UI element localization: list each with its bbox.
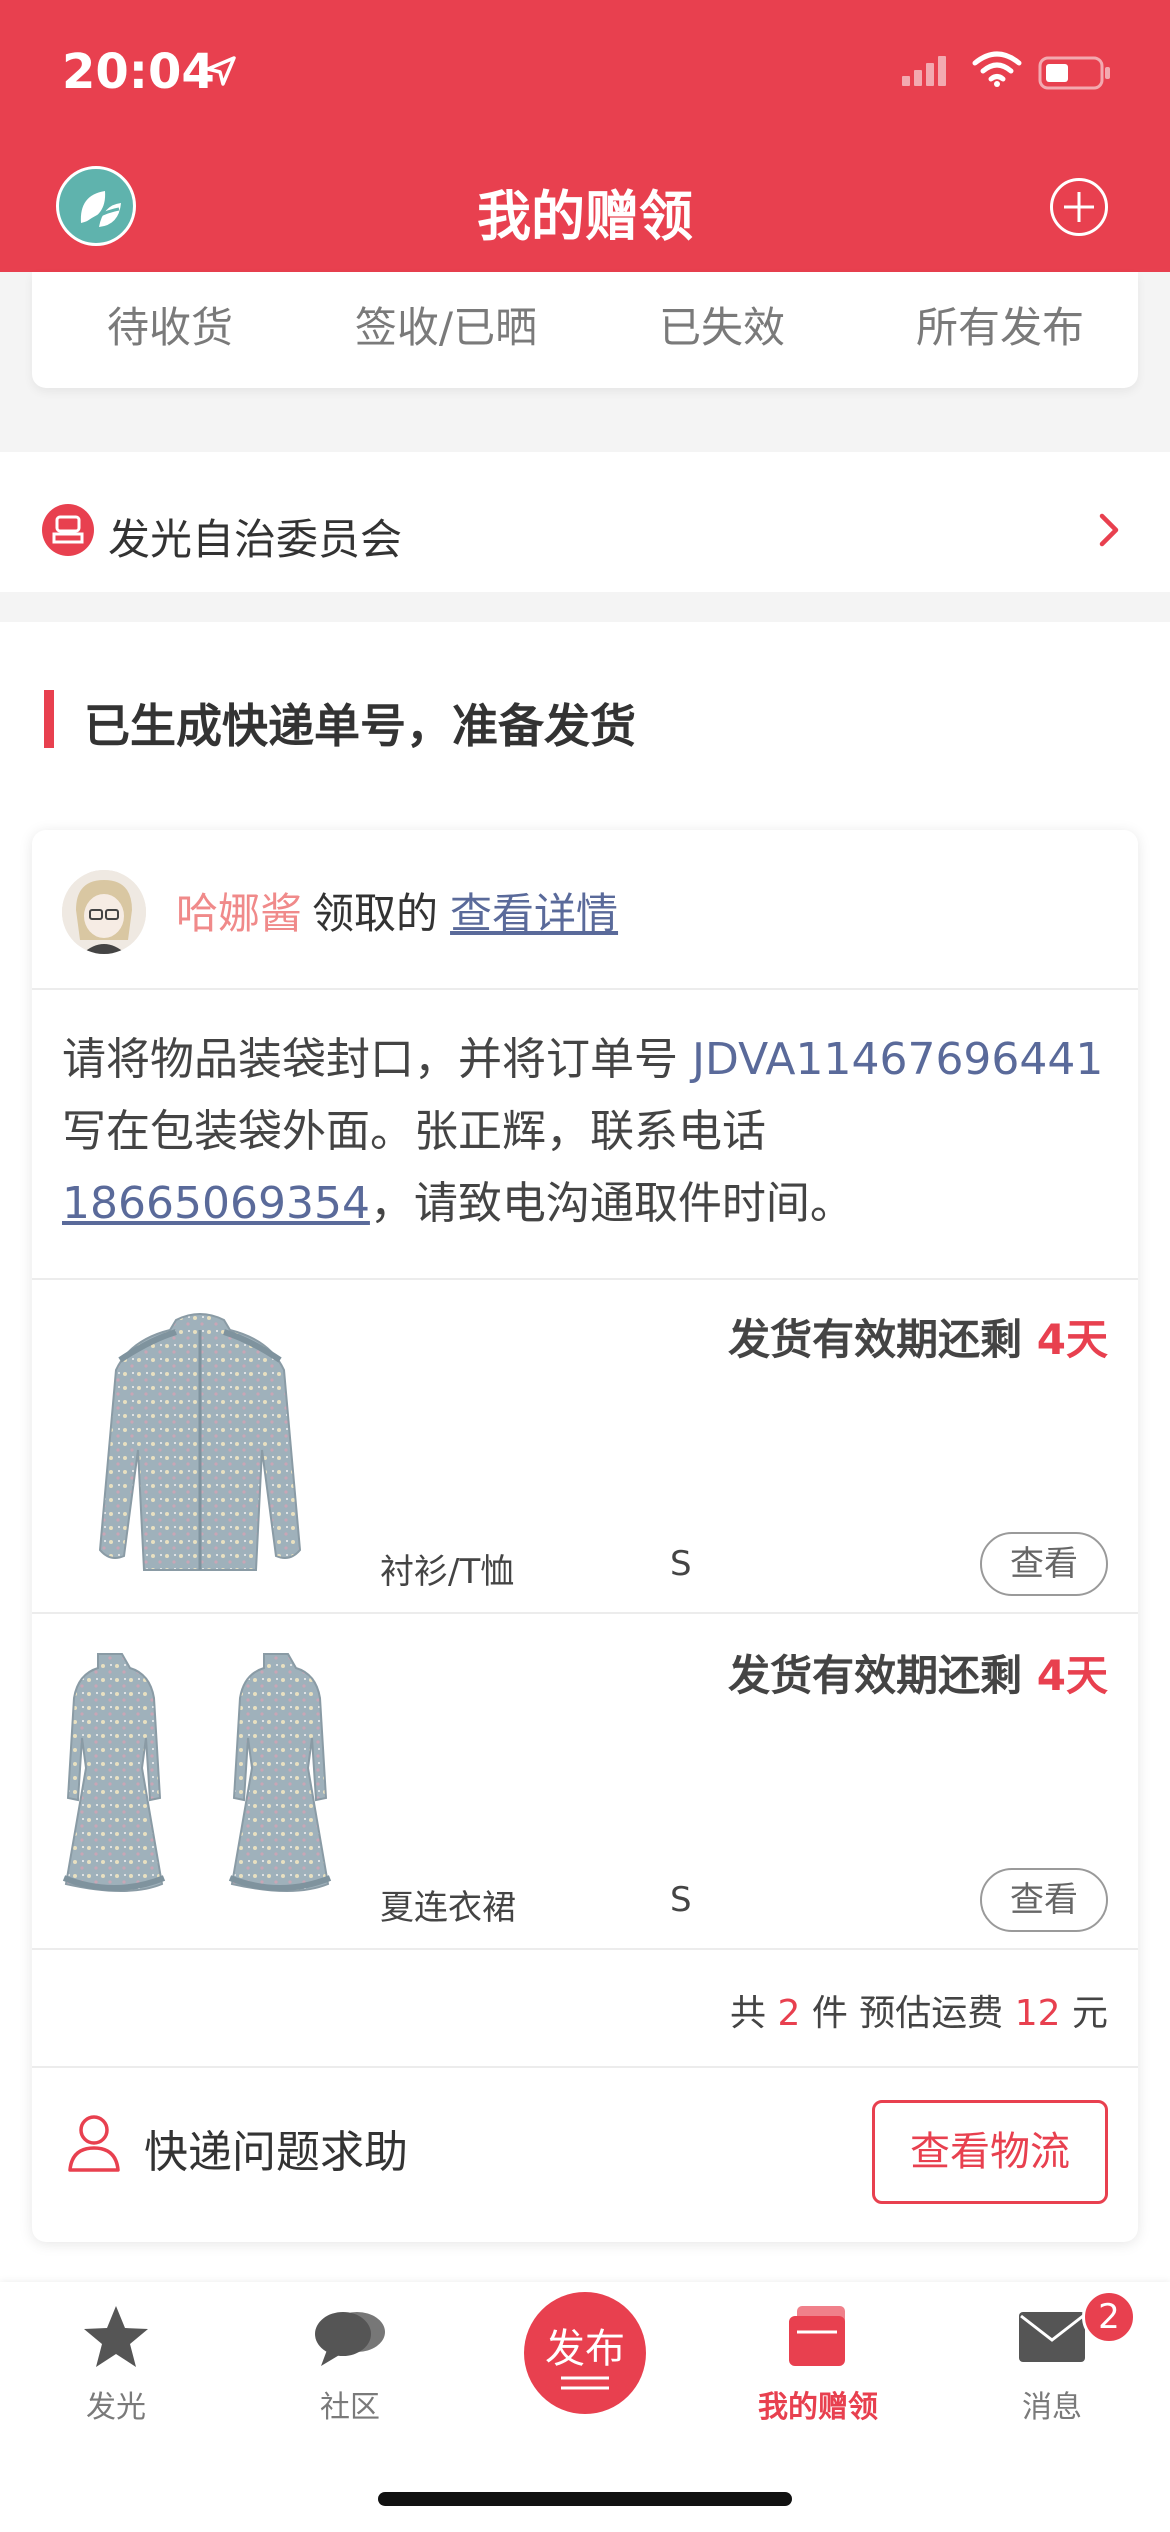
item-size: S [670, 1544, 692, 1584]
battery-icon [1038, 56, 1110, 90]
gift-cards-icon [789, 2306, 845, 2366]
claimant-name[interactable]: 哈娜酱 [176, 889, 302, 938]
tab-pending-receipt[interactable]: 待收货 [32, 294, 308, 355]
tab-received[interactable]: 签收/已晒 [308, 294, 584, 355]
committee-icon [42, 504, 94, 556]
home-indicator[interactable] [378, 2492, 792, 2506]
item-thumbnail-blouse[interactable] [80, 1300, 320, 1590]
claimant-line: 哈娜酱 领取的 查看详情 [176, 880, 618, 941]
page-title: 我的赠领 [477, 185, 693, 248]
add-button[interactable] [1050, 178, 1108, 236]
item-category: 衬衫/T恤 [380, 1552, 515, 1592]
deadline-days: 4天 [1036, 1651, 1108, 1700]
item-category: 夏连衣裙 [380, 1888, 516, 1928]
message-count-badge: 2 [1082, 2290, 1136, 2344]
shipping-fee: 12 [1014, 1993, 1061, 2034]
divider [32, 1948, 1138, 1950]
tracking-number: JDVA11467696441 [692, 1034, 1104, 1085]
publish-button[interactable]: 发布 [524, 2292, 646, 2414]
status-time: 20:04 [62, 44, 215, 100]
star-icon [84, 2306, 148, 2367]
divider [32, 1612, 1138, 1614]
track-shipment-button[interactable]: 查看物流 [872, 2100, 1108, 2204]
order-summary: 共 2 件 预估运费 12 元 [730, 1984, 1108, 2036]
deadline-days: 4天 [1036, 1315, 1108, 1364]
nav-item-my-gifts[interactable]: 我的赠领 [738, 2302, 898, 2426]
nav-item-glow[interactable]: 发光 [36, 2302, 196, 2426]
nav-label: 发光 [86, 2390, 146, 2425]
publish-label: 发布 [545, 2326, 625, 2372]
claimant-avatar[interactable] [62, 870, 146, 954]
item-count: 2 [777, 1993, 801, 2034]
item-thumbnail-dress[interactable] [58, 1648, 344, 1908]
summary-mid: 件 预估运费 [800, 1993, 1015, 2034]
mail-icon [1019, 2312, 1085, 2362]
claimed-text: 领取的 [312, 889, 439, 938]
shipping-instructions: 请将物品装袋封口，并将订单号 JDVA11467696441 写在包装袋外面。张… [62, 1024, 1112, 1240]
cellular-signal-icon [902, 56, 946, 86]
nav-label: 社区 [320, 2390, 380, 2425]
tab-all-posts[interactable]: 所有发布 [862, 294, 1138, 355]
section-title: 已生成快递单号，准备发货 [84, 699, 636, 753]
order-status-tabs: 待收货 签收/已晒 已失效 所有发布 [32, 272, 1138, 388]
divider [32, 1278, 1138, 1280]
nav-item-community[interactable]: 社区 [270, 2302, 430, 2426]
tab-expired[interactable]: 已失效 [584, 294, 860, 355]
deadline-label: 发货有效期还剩 [728, 1651, 1037, 1700]
view-item-button[interactable]: 查看 [980, 1532, 1108, 1596]
view-item-button[interactable]: 查看 [980, 1868, 1108, 1932]
chevron-right-icon [1099, 513, 1119, 547]
deadline-label: 发货有效期还剩 [728, 1315, 1037, 1364]
nav-label: 消息 [1022, 2390, 1082, 2425]
shipping-help-link[interactable]: 快递问题求助 [144, 2116, 408, 2180]
view-details-link[interactable]: 查看详情 [450, 889, 618, 938]
publish-icon [561, 2376, 609, 2390]
chat-icon [315, 2312, 385, 2366]
divider [32, 2066, 1138, 2068]
section-accent-bar [44, 690, 54, 748]
item-deadline: 发货有效期还剩 4天 [728, 1642, 1108, 1703]
item-deadline: 发货有效期还剩 4天 [728, 1306, 1108, 1367]
instructions-text-1: 请将物品装袋封口，并将订单号 [62, 1034, 692, 1085]
summary-suffix: 元 [1060, 1993, 1108, 2034]
nav-label: 我的赠领 [758, 2390, 878, 2425]
instructions-text-2: 写在包装袋外面。张正辉，联系电话 [62, 1106, 766, 1157]
user-help-icon [68, 2115, 120, 2172]
committee-label: 发光自治委员会 [108, 515, 403, 564]
contact-phone-link[interactable]: 18665069354 [62, 1178, 370, 1229]
divider [32, 988, 1138, 990]
summary-prefix: 共 [730, 1993, 778, 2034]
location-arrow-icon [206, 56, 236, 86]
instructions-text-3: ，请致电沟通取件时间。 [369, 1178, 854, 1229]
wifi-icon [972, 51, 1022, 87]
item-size: S [670, 1880, 692, 1920]
